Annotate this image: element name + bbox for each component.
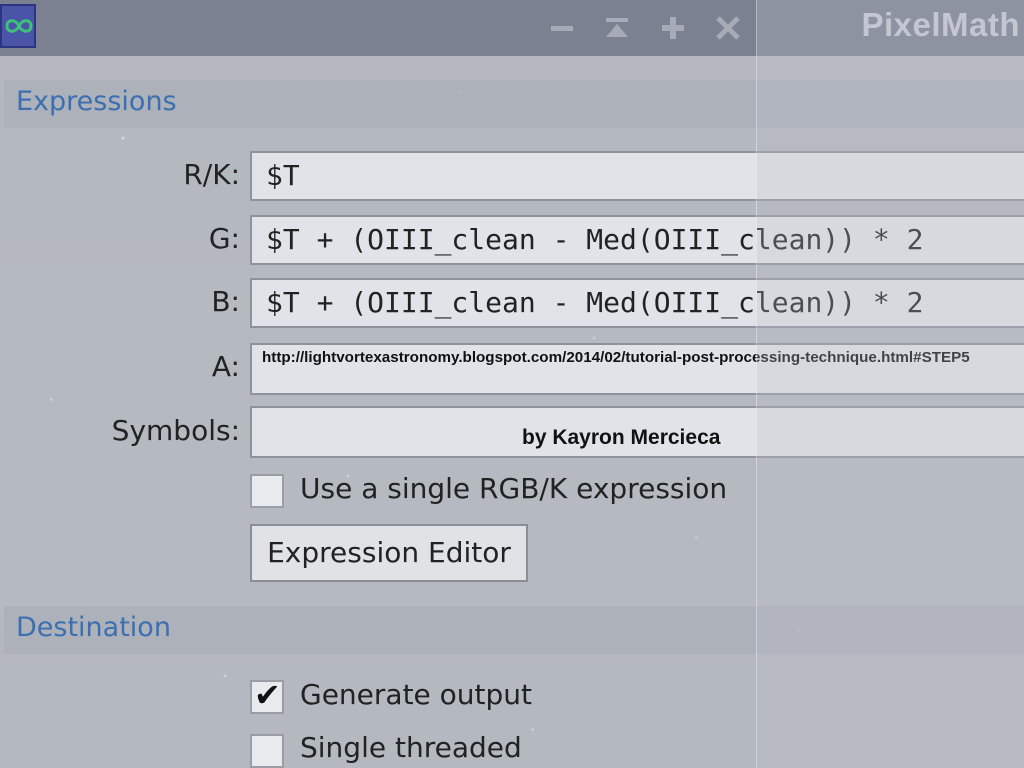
g-label: G: [208, 222, 240, 255]
pixelmath-window: PixelMath Expressions R/K: $T G: $T + (O… [0, 0, 1024, 768]
expressions-header-label: Expressions [16, 86, 177, 117]
title-bar[interactable]: PixelMath [0, 0, 1024, 56]
generate-output-checkbox[interactable]: ✔ [250, 676, 284, 714]
destination-section-header[interactable]: Destination [4, 606, 1024, 654]
checkmark-icon: ✔ [254, 676, 281, 714]
shade-icon[interactable] [597, 8, 637, 48]
a-expression-text: http://lightvortexastronomy.blogspot.com… [262, 349, 970, 366]
single-threaded-label[interactable]: Single threaded [300, 731, 522, 764]
plus-icon[interactable] [653, 8, 693, 48]
single-rgb-label[interactable]: Use a single RGB/K expression [300, 472, 727, 505]
rk-label: R/K: [183, 158, 240, 191]
minimize-icon[interactable] [542, 8, 582, 48]
infinity-icon [5, 19, 33, 33]
rk-expression-field[interactable]: $T [250, 151, 1024, 201]
expressions-section-header[interactable]: Expressions [4, 80, 1024, 128]
destination-header-label: Destination [16, 612, 171, 643]
symbols-label: Symbols: [111, 414, 240, 447]
b-label: B: [211, 285, 240, 318]
a-label: A: [211, 350, 240, 383]
expression-editor-button[interactable]: Expression Editor [250, 524, 528, 582]
g-expression-field[interactable]: $T + (OIII_clean - Med(OIII_clean)) * 2 [250, 215, 1024, 265]
b-expression-field[interactable]: $T + (OIII_clean - Med(OIII_clean)) * 2 [250, 278, 1024, 328]
pixelmath-app-icon[interactable] [0, 4, 36, 48]
single-rgb-checkbox[interactable] [250, 474, 284, 508]
symbols-text: by Kayron Mercieca [522, 426, 721, 449]
single-threaded-checkbox[interactable] [250, 734, 284, 768]
window-title: PixelMath [861, 6, 1020, 43]
generate-output-label[interactable]: Generate output [300, 678, 532, 711]
close-icon[interactable] [708, 8, 748, 48]
